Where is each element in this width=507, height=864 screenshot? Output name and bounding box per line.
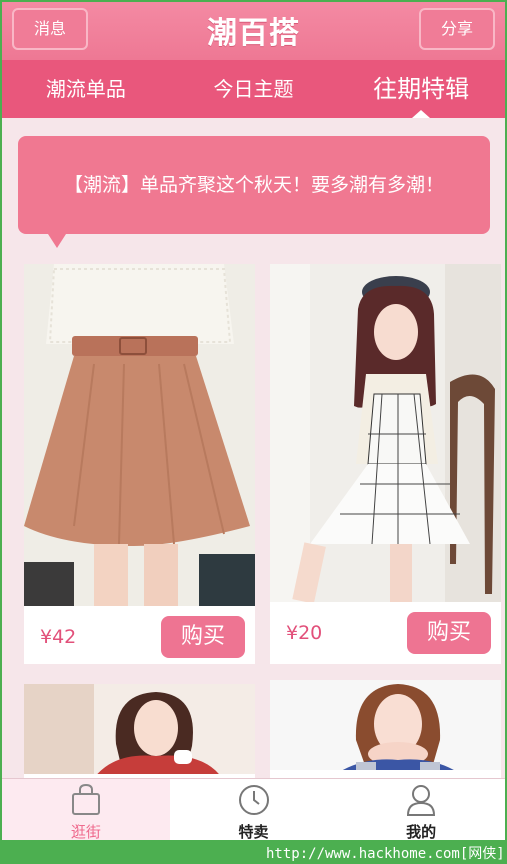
product-price: ¥42	[40, 626, 77, 648]
shopping-bag-icon	[71, 783, 100, 815]
bottom-nav: 逛街 特卖 我的	[2, 778, 505, 840]
buy-button[interactable]: 购买	[407, 612, 491, 654]
product-image[interactable]	[270, 264, 501, 602]
nav-item-mine[interactable]: 我的	[337, 779, 505, 840]
product-card[interactable]: ¥20 购买	[270, 264, 501, 664]
product-image[interactable]	[24, 264, 255, 606]
product-card[interactable]	[270, 680, 501, 778]
buy-button[interactable]: 购买	[161, 616, 245, 658]
nav-label: 特卖	[238, 823, 269, 840]
promo-banner[interactable]: 【潮流】单品齐聚这个秋天！要多潮有多潮！	[18, 136, 490, 248]
product-image[interactable]	[24, 684, 255, 774]
watermark-text: http://www.hackhome.com[网侠]提供	[266, 846, 505, 862]
red-top-girl-photo	[24, 684, 255, 774]
product-card[interactable]	[24, 684, 255, 778]
nav-item-sale[interactable]: 特卖	[170, 779, 338, 840]
tab-trend-items[interactable]: 潮流单品	[2, 60, 170, 118]
app-screen: 消息 潮百搭 分享 潮流单品 今日主题 往期特辑 【潮流】单品齐聚这个秋天！要多…	[2, 2, 505, 840]
nav-label: 逛街	[70, 823, 101, 840]
hands-to-face-girl-photo	[270, 680, 501, 770]
nav-item-browse[interactable]: 逛街	[2, 779, 170, 840]
tab-bar: 潮流单品 今日主题 往期特辑	[2, 60, 505, 118]
tab-today-theme[interactable]: 今日主题	[170, 60, 338, 118]
product-card[interactable]: ¥42 购买	[24, 264, 255, 664]
nav-label: 我的	[406, 823, 437, 840]
product-image[interactable]	[270, 680, 501, 770]
product-price: ¥20	[286, 622, 323, 644]
top-bar: 消息 潮百搭 分享	[2, 2, 505, 60]
user-icon	[407, 785, 436, 816]
share-button[interactable]: 分享	[419, 8, 495, 50]
tab-past-specials[interactable]: 往期特辑	[337, 60, 505, 118]
plaid-dress-beret-photo	[270, 264, 501, 602]
clock-icon	[238, 785, 269, 815]
brown-flared-skirt-photo	[24, 264, 255, 606]
